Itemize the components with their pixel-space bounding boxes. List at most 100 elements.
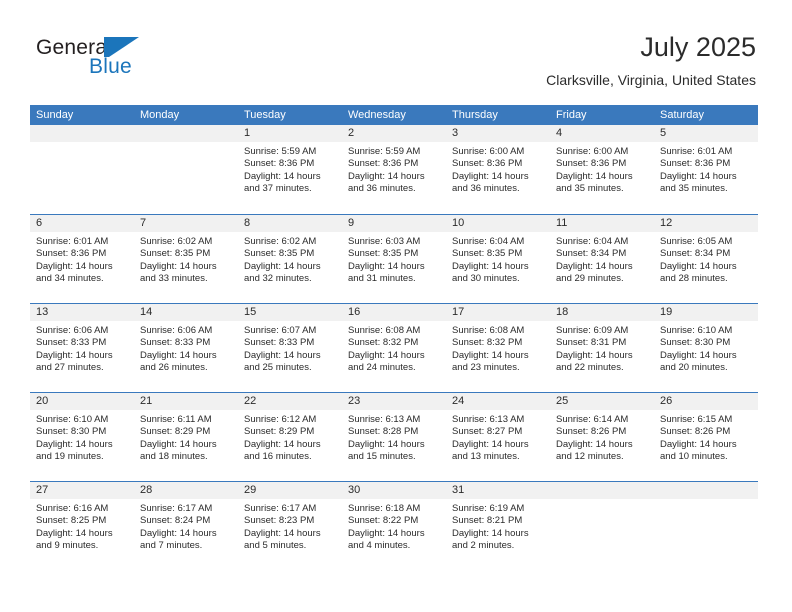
day-number: 10	[446, 215, 550, 232]
daylight-duration-line2: and 35 minutes.	[660, 182, 728, 194]
calendar-day-cell[interactable]: 29 Sunrise: 6:17 AM Sunset: 8:23 PM Dayligh…	[238, 482, 342, 570]
calendar-day-cell[interactable]: 27 Sunrise: 6:16 AM Sunset: 8:25 PM Dayligh…	[30, 482, 134, 570]
daylight-duration-line2: and 30 minutes.	[452, 272, 520, 284]
sunset-time: Sunset: 8:29 PM	[140, 426, 211, 438]
calendar-day-cell[interactable]: 24 Sunrise: 6:13 AM Sunset: 8:27 PM Dayligh…	[446, 393, 550, 481]
calendar-day-cell[interactable]: 5 Sunrise: 6:01 AM Sunset: 8:36 PM Daylight…	[654, 125, 758, 214]
daylight-duration-line2: and 35 minutes.	[556, 182, 624, 194]
day-sun-info: Sunrise: 5:59 AM Sunset: 8:36 PM Daylight:…	[238, 142, 342, 195]
day-number: 7	[134, 215, 238, 232]
day-sun-info: Sunrise: 6:09 AM Sunset: 8:31 PM Daylight:…	[550, 321, 654, 374]
day-number: 5	[654, 125, 758, 142]
daylight-duration-line1: Daylight: 14 hours	[244, 527, 321, 539]
day-sun-info: Sunrise: 6:02 AM Sunset: 8:35 PM Daylight:…	[238, 232, 342, 285]
sunrise-time: Sunrise: 6:08 AM	[452, 325, 525, 336]
location-subtitle: Clarksville, Virginia, United States	[546, 72, 756, 88]
calendar-day-cell[interactable]: 20 Sunrise: 6:10 AM Sunset: 8:30 PM Dayligh…	[30, 393, 134, 481]
calendar-day-cell[interactable]: 6 Sunrise: 6:01 AM Sunset: 8:36 PM Daylight…	[30, 215, 134, 303]
calendar-day-cell[interactable]: 13 Sunrise: 6:06 AM Sunset: 8:33 PM Dayligh…	[30, 304, 134, 392]
day-number: 11	[550, 215, 654, 232]
daylight-duration-line1: Daylight: 14 hours	[660, 438, 737, 450]
sunrise-time: Sunrise: 6:15 AM	[660, 414, 733, 425]
calendar-day-cell[interactable]: 17 Sunrise: 6:08 AM Sunset: 8:32 PM Dayligh…	[446, 304, 550, 392]
day-number: 1	[238, 125, 342, 142]
daylight-duration-line2: and 36 minutes.	[452, 182, 520, 194]
day-sun-info: Sunrise: 5:59 AM Sunset: 8:36 PM Daylight:…	[342, 142, 446, 195]
daylight-duration-line2: and 7 minutes.	[140, 539, 203, 551]
calendar-day-cell[interactable]: 8 Sunrise: 6:02 AM Sunset: 8:35 PM Daylight…	[238, 215, 342, 303]
calendar-day-cell[interactable]: 11 Sunrise: 6:04 AM Sunset: 8:34 PM Dayligh…	[550, 215, 654, 303]
calendar-day-cell[interactable]: 4 Sunrise: 6:00 AM Sunset: 8:36 PM Daylight…	[550, 125, 654, 214]
calendar-day-cell[interactable]: 2 Sunrise: 5:59 AM Sunset: 8:36 PM Daylight…	[342, 125, 446, 214]
sunrise-time: Sunrise: 6:18 AM	[348, 503, 421, 514]
calendar-day-cell[interactable]: 22 Sunrise: 6:12 AM Sunset: 8:29 PM Dayligh…	[238, 393, 342, 481]
calendar-day-cell[interactable]: 25 Sunrise: 6:14 AM Sunset: 8:26 PM Dayligh…	[550, 393, 654, 481]
daylight-duration-line1: Daylight: 14 hours	[348, 170, 425, 182]
day-sun-info: Sunrise: 6:17 AM Sunset: 8:24 PM Daylight:…	[134, 499, 238, 552]
sunset-time: Sunset: 8:30 PM	[660, 337, 731, 349]
calendar-day-cell[interactable]: 26 Sunrise: 6:15 AM Sunset: 8:26 PM Dayligh…	[654, 393, 758, 481]
sunrise-time: Sunrise: 6:04 AM	[452, 236, 525, 247]
sunrise-time: Sunrise: 6:01 AM	[36, 236, 109, 247]
daylight-duration-line1: Daylight: 14 hours	[348, 349, 425, 361]
day-sun-info: Sunrise: 6:16 AM Sunset: 8:25 PM Daylight:…	[30, 499, 134, 552]
day-number: 24	[446, 393, 550, 410]
calendar-day-cell[interactable]: 3 Sunrise: 6:00 AM Sunset: 8:36 PM Daylight…	[446, 125, 550, 214]
sunset-time: Sunset: 8:23 PM	[244, 515, 315, 527]
sunset-time: Sunset: 8:36 PM	[660, 158, 731, 170]
sunrise-time: Sunrise: 6:02 AM	[140, 236, 213, 247]
page-header: General Blue July 2025 Clarksville, Virg…	[0, 0, 792, 100]
sunrise-time: Sunrise: 6:00 AM	[452, 146, 525, 157]
day-sun-info: Sunrise: 6:08 AM Sunset: 8:32 PM Daylight:…	[342, 321, 446, 374]
daylight-duration-line1: Daylight: 14 hours	[348, 260, 425, 272]
calendar-day-cell[interactable]: 14 Sunrise: 6:06 AM Sunset: 8:33 PM Dayligh…	[134, 304, 238, 392]
day-number: 15	[238, 304, 342, 321]
daylight-duration-line2: and 15 minutes.	[348, 450, 416, 462]
calendar-day-cell[interactable]: 16 Sunrise: 6:08 AM Sunset: 8:32 PM Dayligh…	[342, 304, 446, 392]
day-sun-info: Sunrise: 6:05 AM Sunset: 8:34 PM Daylight:…	[654, 232, 758, 285]
calendar-day-cell[interactable]: 23 Sunrise: 6:13 AM Sunset: 8:28 PM Dayligh…	[342, 393, 446, 481]
weekday-header-monday: Monday	[140, 109, 180, 121]
calendar-weeks: 1 Sunrise: 5:59 AM Sunset: 8:36 PM Daylight…	[30, 125, 758, 570]
sunset-time: Sunset: 8:33 PM	[36, 337, 107, 349]
calendar-day-cell[interactable]: 1 Sunrise: 5:59 AM Sunset: 8:36 PM Daylight…	[238, 125, 342, 214]
calendar-week-row: 27 Sunrise: 6:16 AM Sunset: 8:25 PM Dayligh…	[30, 481, 758, 570]
calendar-day-cell[interactable]: 21 Sunrise: 6:11 AM Sunset: 8:29 PM Dayligh…	[134, 393, 238, 481]
calendar-day-cell[interactable]: 31 Sunrise: 6:19 AM Sunset: 8:21 PM Dayligh…	[446, 482, 550, 570]
sunset-time: Sunset: 8:36 PM	[452, 158, 523, 170]
daylight-duration-line2: and 23 minutes.	[452, 361, 520, 373]
daylight-duration-line2: and 32 minutes.	[244, 272, 312, 284]
day-number	[550, 482, 654, 499]
sunset-time: Sunset: 8:34 PM	[660, 248, 731, 260]
calendar-day-cell[interactable]: 28 Sunrise: 6:17 AM Sunset: 8:24 PM Dayligh…	[134, 482, 238, 570]
daylight-duration-line1: Daylight: 14 hours	[140, 349, 217, 361]
calendar-day-cell[interactable]: 12 Sunrise: 6:05 AM Sunset: 8:34 PM Dayligh…	[654, 215, 758, 303]
calendar-day-cell[interactable]: 18 Sunrise: 6:09 AM Sunset: 8:31 PM Dayligh…	[550, 304, 654, 392]
sunset-time: Sunset: 8:36 PM	[556, 158, 627, 170]
daylight-duration-line2: and 5 minutes.	[244, 539, 307, 551]
day-sun-info: Sunrise: 6:06 AM Sunset: 8:33 PM Daylight:…	[134, 321, 238, 374]
sunset-time: Sunset: 8:22 PM	[348, 515, 419, 527]
calendar-day-cell[interactable]: 9 Sunrise: 6:03 AM Sunset: 8:35 PM Daylight…	[342, 215, 446, 303]
general-blue-logo: General Blue	[36, 36, 216, 86]
calendar-day-cell[interactable]: 10 Sunrise: 6:04 AM Sunset: 8:35 PM Dayligh…	[446, 215, 550, 303]
daylight-duration-line2: and 29 minutes.	[556, 272, 624, 284]
calendar-day-cell[interactable]: 19 Sunrise: 6:10 AM Sunset: 8:30 PM Dayligh…	[654, 304, 758, 392]
daylight-duration-line1: Daylight: 14 hours	[660, 349, 737, 361]
calendar-week-row: 1 Sunrise: 5:59 AM Sunset: 8:36 PM Daylight…	[30, 125, 758, 214]
sunset-time: Sunset: 8:34 PM	[556, 248, 627, 260]
calendar-day-cell[interactable]: 7 Sunrise: 6:02 AM Sunset: 8:35 PM Daylight…	[134, 215, 238, 303]
daylight-duration-line1: Daylight: 14 hours	[140, 527, 217, 539]
calendar-page: General Blue July 2025 Clarksville, Virg…	[0, 0, 792, 612]
sunset-time: Sunset: 8:32 PM	[348, 337, 419, 349]
daylight-duration-line1: Daylight: 14 hours	[556, 438, 633, 450]
sunset-time: Sunset: 8:25 PM	[36, 515, 107, 527]
calendar-day-cell[interactable]: 30 Sunrise: 6:18 AM Sunset: 8:22 PM Dayligh…	[342, 482, 446, 570]
calendar-day-cell[interactable]: 15 Sunrise: 6:07 AM Sunset: 8:33 PM Dayligh…	[238, 304, 342, 392]
day-sun-info: Sunrise: 6:04 AM Sunset: 8:34 PM Daylight:…	[550, 232, 654, 285]
daylight-duration-line1: Daylight: 14 hours	[348, 527, 425, 539]
day-number: 29	[238, 482, 342, 499]
weekday-header-saturday: Saturday	[660, 109, 705, 121]
logo-triangle-shape	[109, 37, 139, 57]
day-sun-info: Sunrise: 6:00 AM Sunset: 8:36 PM Daylight:…	[446, 142, 550, 195]
